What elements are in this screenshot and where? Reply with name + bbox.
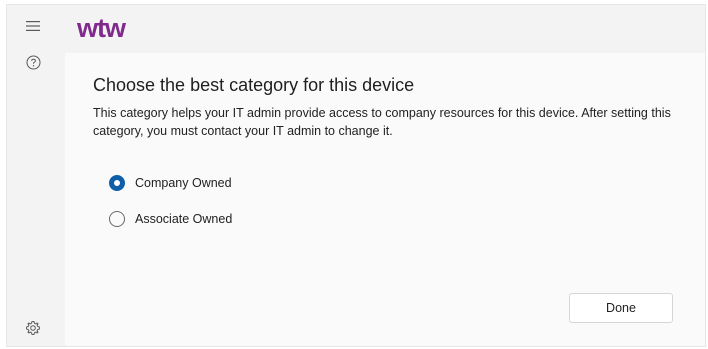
page-title: Choose the best category for this device [93, 75, 415, 95]
page-description: This category helps your IT admin provid… [93, 106, 671, 138]
app-window: wtw Choose the best category for this de… [6, 4, 706, 347]
category-panel: Choose the best category for this device… [65, 53, 705, 346]
brand-logo: wtw [77, 13, 126, 43]
option-label: Associate Owned [135, 212, 233, 226]
option-company-owned[interactable]: Company Owned [109, 175, 232, 191]
radio-unselected-icon[interactable] [109, 211, 125, 227]
gear-icon[interactable] [20, 315, 46, 341]
done-button[interactable]: Done [569, 293, 673, 323]
option-associate-owned[interactable]: Associate Owned [109, 211, 232, 227]
help-circle-icon[interactable] [20, 49, 46, 75]
option-label: Company Owned [135, 176, 232, 190]
radio-selected-icon[interactable] [109, 175, 125, 191]
nav-rail [7, 5, 63, 346]
hamburger-icon[interactable] [20, 13, 46, 39]
